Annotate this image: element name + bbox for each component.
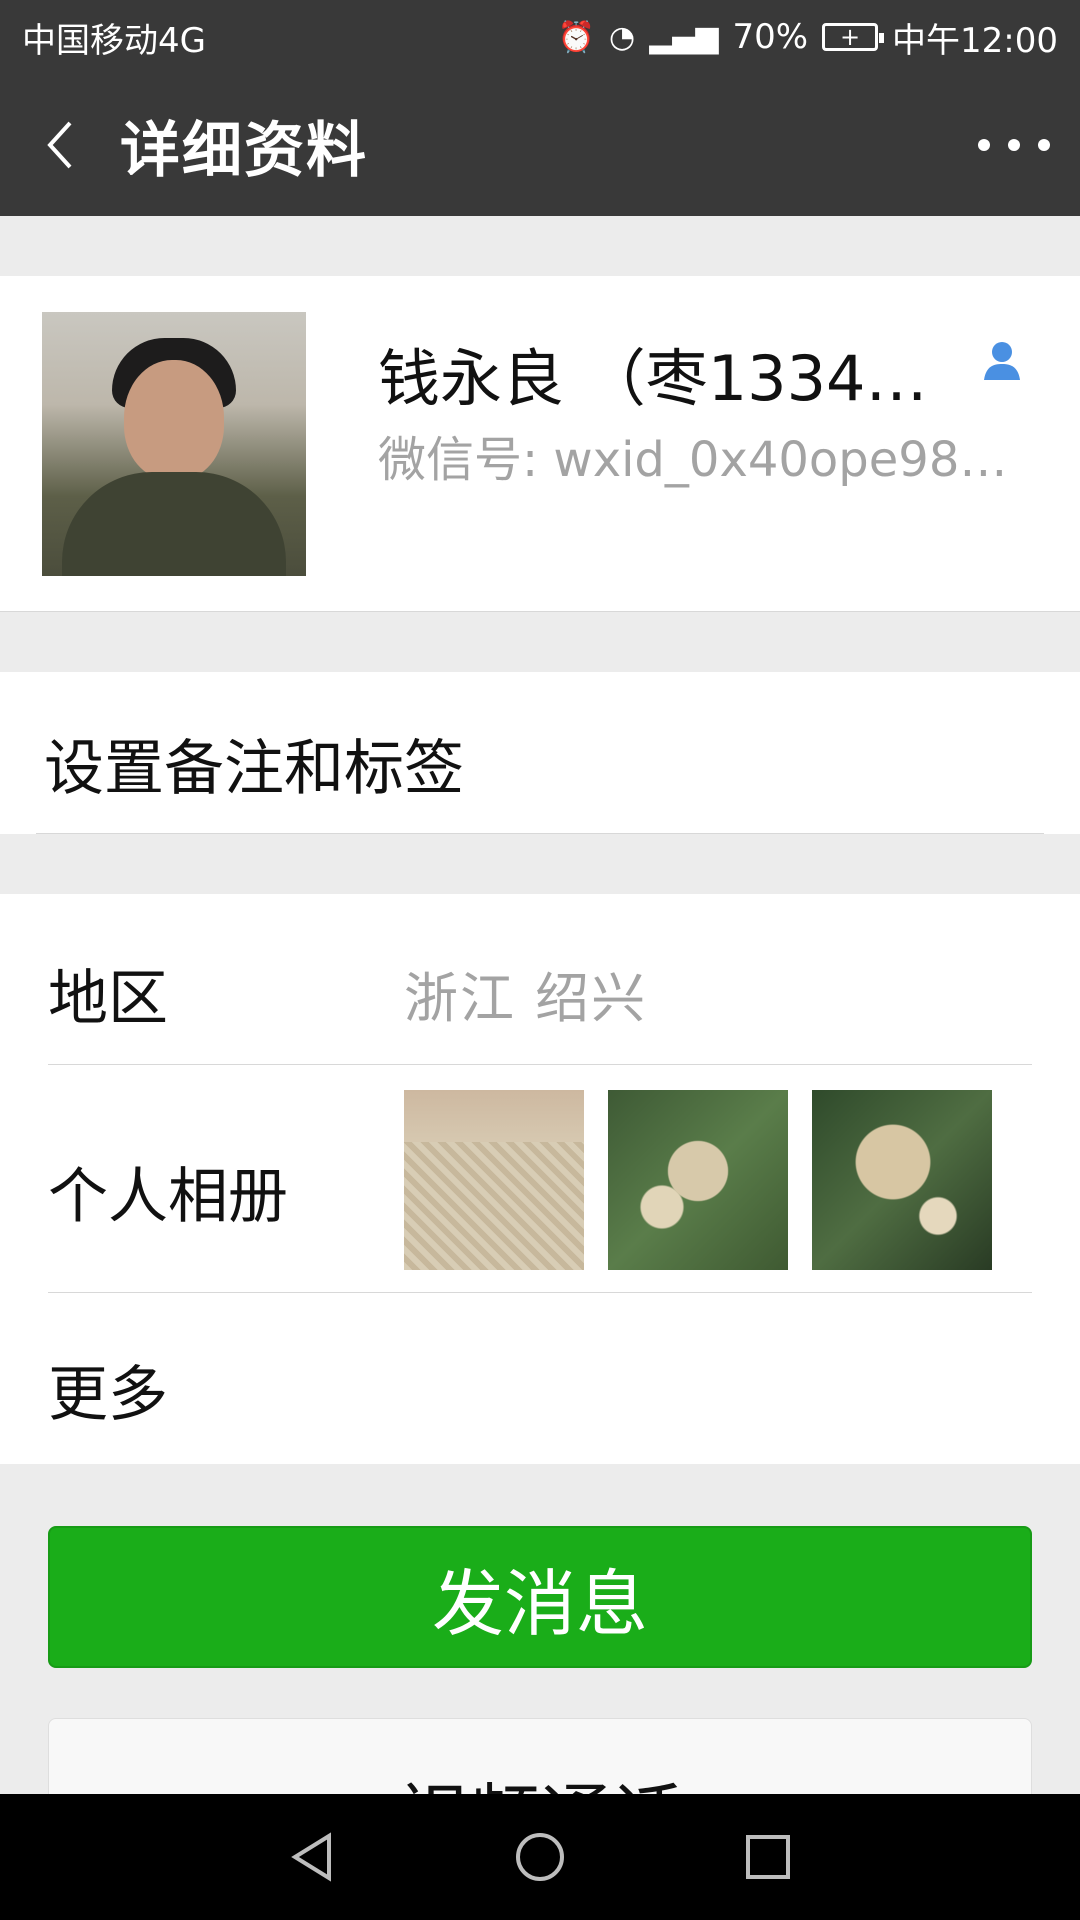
- app-header: 详细资料: [0, 74, 1080, 216]
- avatar-face: [124, 360, 224, 480]
- avatar-body: [62, 472, 286, 576]
- contact-person-icon: [984, 342, 1020, 380]
- avatar[interactable]: [42, 312, 306, 576]
- album-photo-3[interactable]: [812, 1090, 992, 1270]
- clock: 中午12:00: [892, 20, 1058, 61]
- album-photo-2[interactable]: [608, 1090, 788, 1270]
- chevron-left-icon: [47, 121, 72, 169]
- more-icon: [978, 139, 990, 151]
- contact-info-section: 地区 浙江 绍兴 个人相册 更多: [0, 894, 1080, 1464]
- more-label: 更多: [48, 1360, 168, 1430]
- android-home-button[interactable]: [511, 1828, 569, 1886]
- wechat-id: 微信号: wxid_0x40ope984…: [378, 432, 1028, 488]
- back-triangle-icon: [291, 1832, 331, 1882]
- status-bar: 中国移动4G ⏰ ◔ ▂▄▆ 70% + 中午12:00: [0, 0, 1080, 74]
- wifi-icon: ◔: [609, 19, 636, 55]
- more-row[interactable]: 更多: [0, 1292, 1080, 1464]
- home-circle-icon: [516, 1833, 564, 1881]
- more-button[interactable]: [978, 114, 1050, 176]
- battery-icon: +: [822, 23, 885, 51]
- recent-square-icon: [746, 1835, 790, 1879]
- set-remark-row[interactable]: 设置备注和标签: [0, 672, 1080, 834]
- region-value: 浙江 绍兴: [404, 967, 648, 1030]
- album-label: 个人相册: [48, 1162, 288, 1232]
- page-title: 详细资料: [120, 115, 368, 186]
- profile-name: 钱永良 （枣13345…: [378, 342, 958, 415]
- android-back-button[interactable]: [283, 1828, 341, 1886]
- region-label: 地区: [48, 964, 168, 1034]
- alarm-icon: ⏰: [557, 19, 596, 55]
- album-photo-1[interactable]: [404, 1090, 584, 1270]
- divider: [36, 833, 1044, 834]
- set-remark-label: 设置备注和标签: [44, 734, 464, 804]
- android-navigation-bar: [0, 1794, 1080, 1920]
- region-row: 地区 浙江 绍兴: [0, 894, 1080, 1065]
- send-message-button[interactable]: 发消息: [48, 1526, 1032, 1668]
- back-button[interactable]: [0, 74, 120, 216]
- carrier-label: 中国移动4G: [22, 20, 206, 61]
- status-indicators: ⏰ ◔ ▂▄▆ 70% + 中午12:00: [558, 13, 1058, 62]
- battery-percent: 70%: [732, 17, 809, 57]
- signal-icon: ▂▄▆: [649, 19, 719, 55]
- android-recent-button[interactable]: [739, 1828, 797, 1886]
- profile-card: 钱永良 （枣13345… 微信号: wxid_0x40ope984…: [0, 276, 1080, 612]
